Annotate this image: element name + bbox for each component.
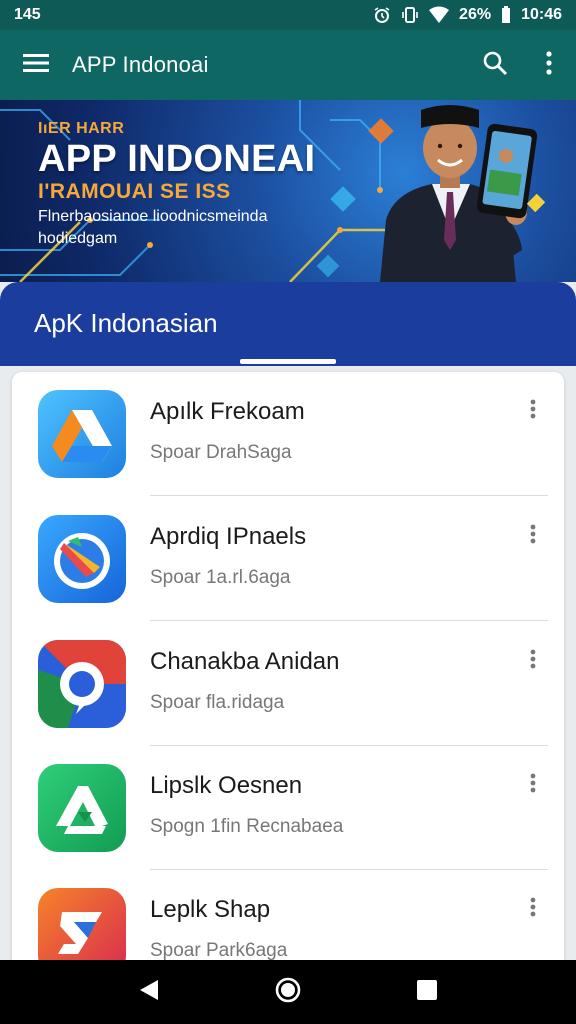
app-name: Apılk Frekoam	[150, 398, 305, 425]
more-vert-icon	[530, 399, 536, 424]
wifi-icon	[429, 6, 450, 24]
recents-button[interactable]	[397, 962, 457, 1022]
item-overflow-button[interactable]	[518, 646, 548, 676]
toolbar-title: APP Indonoai	[72, 52, 209, 77]
status-time: 10:46	[521, 6, 562, 23]
search-button[interactable]	[468, 30, 522, 100]
battery-text: 26%	[459, 6, 492, 23]
compass-icon	[38, 515, 126, 603]
tab-indicator	[240, 359, 336, 364]
more-vert-icon	[530, 524, 536, 549]
item-overflow-button[interactable]	[518, 396, 548, 426]
more-vert-icon	[530, 897, 536, 922]
triangle-arrow-icon	[38, 764, 126, 852]
alarm-icon	[373, 6, 391, 24]
home-button[interactable]	[258, 962, 318, 1022]
banner-eyebrow: IıER HARR	[38, 120, 125, 137]
battery-icon	[501, 6, 511, 24]
banner-headline: APP INDONEAI	[38, 138, 316, 180]
app-name: Lipslk Oesnen	[150, 772, 303, 799]
app-subtitle: Spogn 1fin Recnabaea	[150, 816, 344, 837]
menu-icon	[23, 53, 49, 78]
list-item[interactable]: Aprdiq IPnaels Spoar 1a.rl.6aga	[12, 497, 564, 621]
search-icon	[482, 50, 508, 81]
app-toolbar: APP Indonoai	[0, 30, 576, 100]
divider	[150, 620, 548, 621]
list-item[interactable]: Lipslk Oesnen Spogn 1fin Recnabaea	[12, 746, 564, 870]
status-bar: 145 26% 10:46	[0, 0, 576, 30]
menu-button[interactable]	[0, 30, 72, 100]
app-name: Leplk Shap	[150, 896, 271, 923]
divider	[150, 495, 548, 496]
more-vert-icon	[530, 649, 536, 674]
promo-banner[interactable]: IıER HARR APP INDONEAI I'RAMOUAI SE ISS …	[0, 100, 576, 282]
section-title: ApK Indonasian	[34, 308, 218, 338]
app-subtitle: Spoar 1a.rl.6aga	[150, 567, 291, 588]
item-overflow-button[interactable]	[518, 770, 548, 800]
more-vert-icon	[546, 50, 552, 80]
back-button[interactable]	[119, 962, 179, 1022]
app-name: Chanakba Anidan	[150, 648, 340, 675]
app-subtitle: Spoar Park6aga	[150, 940, 288, 961]
recents-icon	[416, 979, 438, 1006]
back-icon	[138, 978, 160, 1007]
list-item[interactable]: Apılk Frekoam Spoar DrahSaga	[12, 372, 564, 496]
presenter-illustration	[380, 105, 546, 282]
vibrate-icon	[401, 6, 419, 24]
section-header: ApK Indonasian	[0, 282, 576, 366]
banner-subhead: I'RAMOUAI SE ISS	[38, 180, 231, 203]
item-overflow-button[interactable]	[518, 894, 548, 924]
item-overflow-button[interactable]	[518, 521, 548, 551]
list-item[interactable]: Chanakba Anidan Spoar fla.ridaga	[12, 622, 564, 746]
app-list: Apılk Frekoam Spoar DrahSaga Aprdiq IPna…	[12, 372, 564, 992]
app-subtitle: Spoar fla.ridaga	[150, 692, 285, 713]
app-subtitle: Spoar DrahSaga	[150, 442, 292, 463]
system-nav-bar	[0, 960, 576, 1024]
chrome-like-icon	[38, 640, 126, 728]
google-drive-like-icon	[38, 390, 126, 478]
home-icon	[275, 977, 301, 1008]
status-left-text: 145	[14, 6, 41, 23]
banner-description: Flnerbaosianoe lioodnicsmeinda hodiedgam	[38, 208, 268, 247]
status-icons: 26% 10:46	[373, 6, 562, 24]
overflow-menu-button[interactable]	[522, 30, 576, 100]
more-vert-icon	[530, 773, 536, 798]
app-name: Aprdiq IPnaels	[150, 523, 307, 550]
